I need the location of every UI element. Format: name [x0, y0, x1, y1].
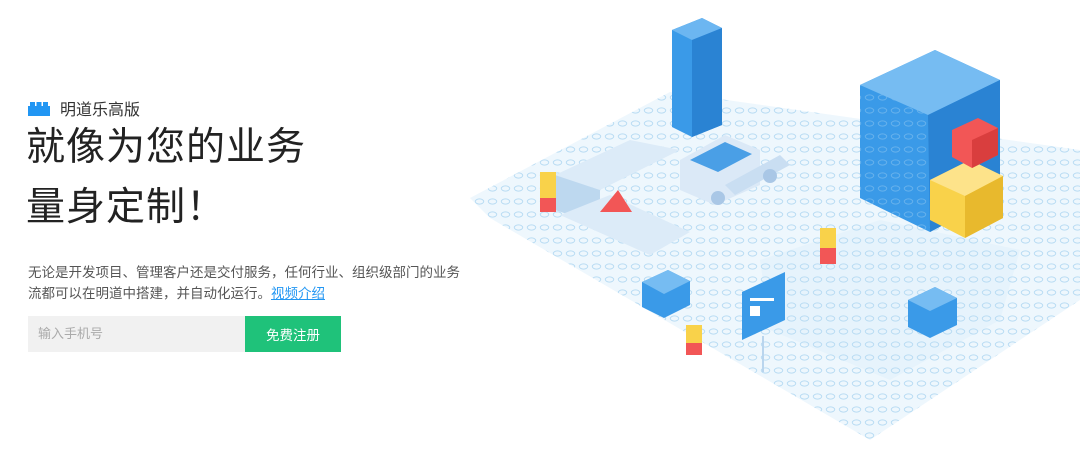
hero-description: 无论是开发项目、管理客户还是交付服务，任何行业、组织级部门的业务流都可以在明道中… [28, 263, 473, 305]
tall-blue-tower [672, 18, 722, 137]
headline-line-2: 量身定制！ [26, 185, 227, 230]
yellow-character-left [540, 172, 556, 212]
video-intro-link[interactable]: 视频介绍 [271, 286, 325, 302]
yellow-character-bottom [686, 325, 702, 355]
hero-illustration [460, 0, 1080, 446]
brand: 明道乐高版 [28, 96, 140, 120]
yellow-character-center [820, 228, 836, 264]
headline-line-1: 就像为您的业务 [26, 125, 307, 170]
phone-input[interactable] [28, 316, 245, 352]
brand-name: 明道乐高版 [60, 100, 141, 119]
lego-brick-icon [28, 101, 50, 116]
free-signup-button[interactable]: 免费注册 [245, 316, 341, 352]
description-text: 无论是开发项目、管理客户还是交付服务，任何行业、组织级部门的业务流都可以在明道中… [28, 264, 460, 302]
